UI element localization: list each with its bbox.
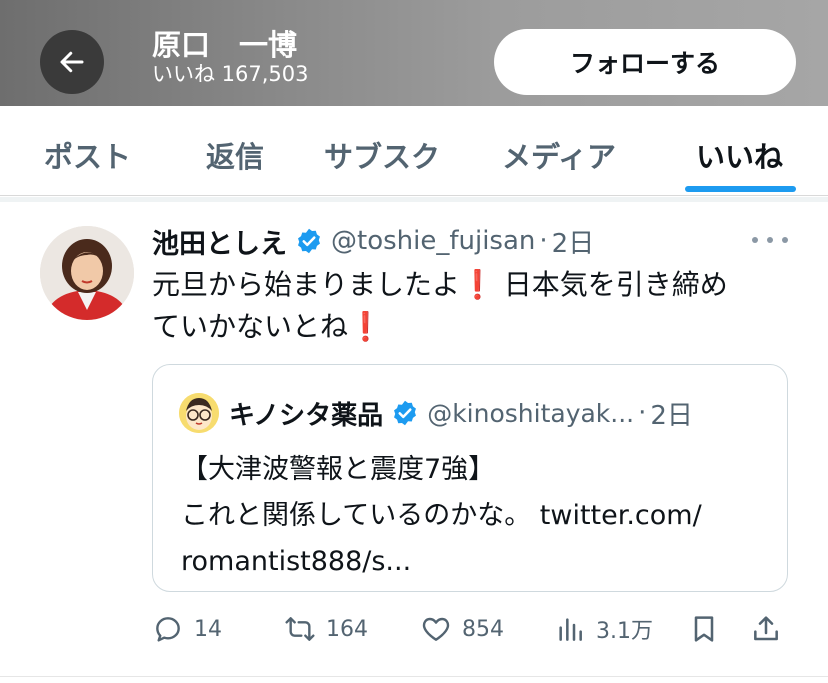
- profile-header: 原口 一博 いいね 167,503 フォローする: [0, 0, 828, 106]
- likes-count: いいね 167,503: [152, 62, 309, 86]
- views-icon: [559, 618, 582, 641]
- tweet-text: 元旦から始まりましたよ❗ 日本気を引き締め ていかないとね❗: [152, 264, 792, 348]
- share-button[interactable]: [750, 607, 782, 651]
- quoted-author-row: キノシタ薬品 @kinoshitayak... · 2日: [179, 393, 693, 433]
- tweet-timestamp[interactable]: 2日: [552, 223, 595, 260]
- back-arrow-icon: [60, 51, 84, 73]
- exclamation-icon: ❗: [348, 310, 383, 343]
- verified-badge-icon: [394, 400, 417, 426]
- more-options-button[interactable]: [752, 228, 788, 252]
- like-icon: [422, 617, 450, 641]
- dot-separator: ·: [638, 398, 647, 428]
- reply-icon: [156, 617, 180, 642]
- share-icon: [754, 616, 778, 641]
- tweet-author-handle[interactable]: @toshie_fujisan: [331, 226, 535, 256]
- quoted-tweet[interactable]: キノシタ薬品 @kinoshitayak... · 2日 【大津波警報と震度7強…: [152, 364, 788, 592]
- tweet-text-line: ていかないとね: [152, 310, 349, 343]
- bookmark-button[interactable]: [688, 607, 720, 651]
- tweet-author-name[interactable]: 池田としえ: [152, 222, 287, 261]
- quoted-text-line: これと関係しているのかな。 twitter.com/: [181, 500, 702, 531]
- repost-icon: [285, 617, 315, 641]
- tweet-text-line: 元旦から始まりましたよ: [152, 268, 461, 301]
- divider: [0, 676, 828, 677]
- quoted-text: 【大津波警報と震度7強】 これと関係しているのかな。 twitter.com/ …: [181, 447, 771, 585]
- tab-likes[interactable]: いいね: [696, 134, 783, 176]
- tab-media[interactable]: メディア: [502, 134, 616, 176]
- exclamation-icon: ❗: [460, 268, 495, 301]
- quoted-timestamp: 2日: [650, 400, 693, 431]
- quoted-text-line: 【大津波警報と震度7強】: [181, 454, 496, 485]
- bookmark-icon: [694, 616, 714, 642]
- follow-button[interactable]: フォローする: [494, 29, 796, 95]
- like-button[interactable]: 854: [420, 607, 504, 651]
- views-button[interactable]: 3.1万: [554, 607, 653, 651]
- active-tab-indicator: [685, 186, 796, 192]
- repost-button[interactable]: 164: [284, 607, 368, 651]
- tweet-actions: 14 164 854 3.1万: [152, 607, 792, 651]
- quoted-avatar: [179, 393, 219, 433]
- tab-posts[interactable]: ポスト: [44, 134, 131, 176]
- views-count: 3.1万: [596, 619, 653, 644]
- divider: [0, 197, 828, 202]
- more-icon: [752, 237, 758, 243]
- quoted-author-name: キノシタ薬品: [229, 400, 384, 431]
- verified-badge-icon: [298, 228, 320, 254]
- quoted-author-handle: @kinoshitayak...: [427, 398, 635, 428]
- back-button[interactable]: [40, 30, 104, 94]
- profile-tabs: ポスト 返信 サブスク メディア いいね: [0, 106, 828, 196]
- tweet-author-row: 池田としえ @toshie_fujisan · 2日: [152, 222, 595, 261]
- avatar[interactable]: [40, 226, 134, 320]
- quoted-text-line: romantist888/s...: [181, 546, 412, 577]
- dot-separator: ·: [539, 226, 548, 256]
- tweet-text-line: 日本気を引き締め: [503, 268, 728, 301]
- reply-button[interactable]: 14: [152, 607, 222, 651]
- repost-count: 164: [326, 616, 368, 642]
- reply-count: 14: [194, 616, 222, 642]
- like-count: 854: [462, 616, 504, 642]
- tab-replies[interactable]: 返信: [206, 134, 264, 176]
- tab-subscriptions[interactable]: サブスク: [324, 134, 440, 176]
